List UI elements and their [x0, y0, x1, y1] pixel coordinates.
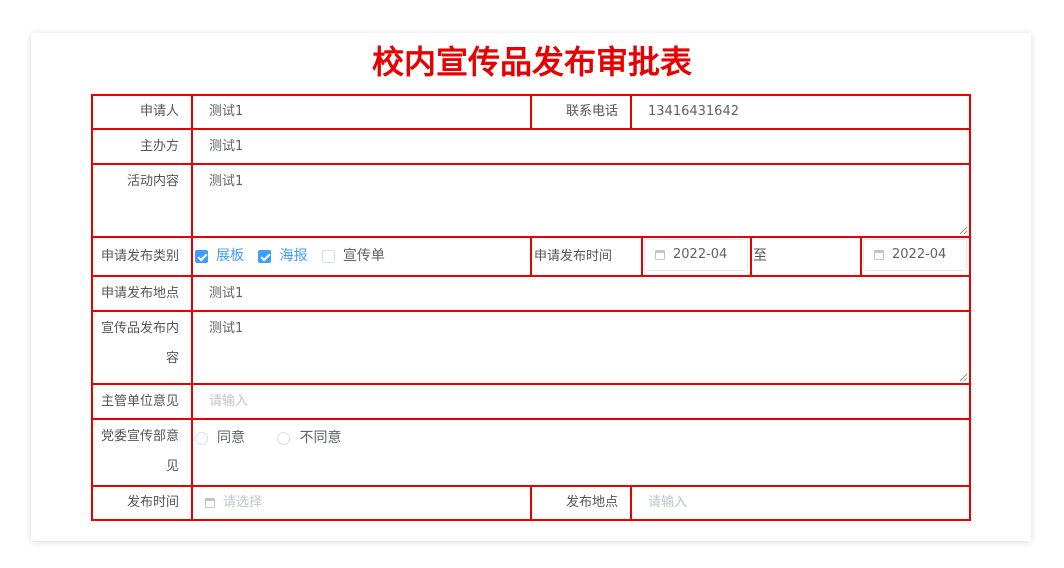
- party-label-line2: 见: [165, 459, 179, 474]
- publish-time-label: 发布时间: [91, 485, 193, 521]
- party-label-line1: 党委宣传部意: [100, 429, 179, 444]
- category-option-xuanchuandan[interactable]: 宣传单: [321, 248, 385, 264]
- time-label: 申请发布时间: [530, 236, 643, 277]
- category-label: 申请发布类别: [91, 236, 193, 277]
- supervisor-placeholder: 请输入: [209, 394, 249, 409]
- publish-place-placeholder: 请输入: [648, 495, 688, 510]
- calendar-icon: [874, 249, 884, 260]
- location-input[interactable]: 测试1: [191, 275, 971, 312]
- category-option-label: 海报: [279, 248, 308, 264]
- applicant-label: 申请人: [91, 94, 193, 130]
- checkbox-checked-icon[interactable]: [258, 249, 272, 263]
- supervisor-input[interactable]: 请输入: [191, 383, 971, 420]
- promo-content-label-line1: 宣传品发布内: [100, 321, 179, 336]
- organizer-value: 测试1: [209, 139, 244, 154]
- location-label: 申请发布地点: [91, 275, 193, 312]
- time-label-text: 申请发布时间: [534, 249, 613, 264]
- organizer-label-text: 主办方: [139, 139, 179, 154]
- content-label: 活动内容: [91, 163, 193, 238]
- phone-label: 联系电话: [530, 94, 632, 130]
- organizer-input[interactable]: 测试1: [191, 128, 971, 165]
- publish-place-label: 发布地点: [530, 485, 632, 521]
- page-title: 校内宣传品发布审批表: [371, 43, 692, 81]
- category-group: 展板 海报 宣传单: [191, 236, 532, 277]
- applicant-input[interactable]: 测试1: [191, 94, 532, 130]
- supervisor-label-text: 主管单位意见: [100, 394, 179, 409]
- category-label-text: 申请发布类别: [100, 249, 179, 264]
- category-option-label: 宣传单: [342, 248, 385, 264]
- date-start-input[interactable]: 2022-04: [644, 239, 748, 271]
- date-separator-cell: 至: [750, 236, 862, 277]
- applicant-value: 测试1: [209, 104, 244, 119]
- publish-place-label-text: 发布地点: [565, 495, 618, 510]
- location-label-text: 申请发布地点: [100, 286, 179, 301]
- party-label: 党委宣传部意 见: [91, 418, 193, 487]
- category-option-label: 展板: [216, 248, 244, 264]
- checkbox-checked-icon[interactable]: [195, 249, 208, 263]
- party-radio-group: 同意 不同意: [191, 418, 971, 487]
- checkbox-icon[interactable]: [321, 249, 335, 263]
- promo-content-value: 测试1: [209, 321, 244, 336]
- resize-handle-icon[interactable]: [959, 373, 967, 381]
- supervisor-label: 主管单位意见: [91, 383, 193, 420]
- location-value: 测试1: [209, 286, 244, 301]
- applicant-label-text: 申请人: [139, 104, 179, 119]
- content-textarea[interactable]: 测试1: [191, 163, 971, 238]
- category-option-zhanban[interactable]: 展板: [195, 248, 244, 264]
- publish-time-placeholder: 请选择: [223, 495, 263, 510]
- publish-place-input[interactable]: 请输入: [630, 485, 971, 521]
- publish-time-label-text: 发布时间: [126, 495, 179, 510]
- date-end-input[interactable]: 2022-04: [863, 239, 967, 271]
- date-end-value: 2022-04: [892, 247, 947, 262]
- phone-input[interactable]: 13416431642: [630, 94, 971, 130]
- content-value: 测试1: [209, 174, 244, 189]
- phone-value: 13416431642: [648, 104, 739, 119]
- radio-agree-label: 同意: [217, 430, 245, 446]
- date-start-value: 2022-04: [673, 247, 728, 262]
- radio-disagree-label: 不同意: [299, 430, 342, 446]
- organizer-label: 主办方: [91, 128, 193, 165]
- date-separator: 至: [753, 248, 767, 264]
- radio-icon[interactable]: [195, 431, 208, 445]
- radio-disagree[interactable]: 不同意: [277, 430, 341, 446]
- content-label-text: 活动内容: [126, 174, 179, 189]
- publish-time-picker[interactable]: 请选择: [191, 485, 532, 521]
- promo-content-label: 宣传品发布内 容: [91, 310, 193, 385]
- resize-handle-icon[interactable]: [959, 226, 967, 234]
- radio-agree[interactable]: 同意: [195, 430, 245, 446]
- calendar-icon: [205, 497, 215, 508]
- promo-content-label-line2: 容: [165, 351, 179, 366]
- calendar-icon: [655, 249, 665, 260]
- radio-icon[interactable]: [277, 431, 291, 445]
- phone-label-text: 联系电话: [565, 104, 618, 119]
- category-option-haibao[interactable]: 海报: [258, 248, 307, 264]
- promo-content-textarea[interactable]: 测试1: [191, 310, 971, 385]
